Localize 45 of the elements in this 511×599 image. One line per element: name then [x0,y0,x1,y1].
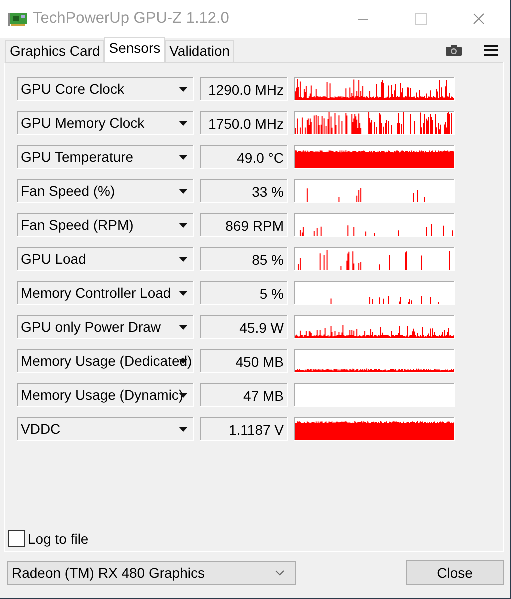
checkbox-label[interactable]: Log to file [28,530,89,546]
chevron-icon [275,570,285,576]
dropdown-arrow-icon [179,358,188,364]
dropdown-arrow-icon [179,222,188,228]
tab[interactable]: Sensors [104,37,165,62]
sensor-selector[interactable]: Memory Usage (Dynamic) [17,383,194,407]
checkbox[interactable] [8,530,25,547]
dropdown-arrow-icon [179,256,188,262]
sensor-selector[interactable]: Fan Speed (RPM) [17,213,194,237]
window-title: TechPowerUp GPU-Z 1.12.0 [33,10,230,28]
sensor-reading: 1750.0 MHz [200,111,288,135]
sensor-reading: 1290.0 MHz [200,77,288,101]
dropdown-arrow-icon [179,324,188,330]
sensor-selector[interactable]: GPU Load [17,247,194,271]
dropdown-arrow-icon [179,426,188,432]
sensor-reading: 450 MB [200,349,288,373]
sensor-selector[interactable]: GPU Temperature [17,145,194,169]
device-dropdown[interactable]: Radeon (TM) RX 480 Graphics [7,560,296,584]
sensor-selector[interactable]: GPU only Power Draw [17,315,194,339]
sensor-reading: 1.1187 V [200,417,288,441]
menu-icon[interactable] [484,45,498,56]
sensor-selector[interactable]: GPU Core Clock [17,77,194,101]
app-icon [8,11,28,27]
sensor-reading: 33 % [200,179,288,203]
dropdown-arrow-icon [179,188,188,194]
sensor-selector[interactable]: Memory Controller Load [17,281,194,305]
sensor-reading: 5 % [200,281,288,305]
close-button[interactable]: Close [406,560,504,585]
sensor-reading: 85 % [200,247,288,271]
close-icon[interactable] [473,13,485,25]
dropdown-arrow-icon [179,290,188,296]
sensor-reading: 47 MB [200,383,288,407]
sensor-reading: 49.0 °C [200,145,288,169]
dropdown-arrow-icon [179,154,188,160]
dropdown-arrow-icon [179,120,188,126]
sensor-reading: 45.9 W [200,315,288,339]
tab[interactable]: Validation [164,40,234,62]
dropdown-arrow-icon [179,86,188,92]
sensor-selector[interactable]: VDDC [17,417,194,441]
sensor-selector[interactable]: GPU Memory Clock [17,111,194,135]
sensor-selector[interactable]: Memory Usage (Dedicated) [17,349,194,373]
sensor-selector[interactable]: Fan Speed (%) [17,179,194,203]
tab[interactable]: Graphics Card [5,40,104,62]
sensor-reading: 869 RPM [200,213,288,237]
camera-icon[interactable] [446,45,462,56]
